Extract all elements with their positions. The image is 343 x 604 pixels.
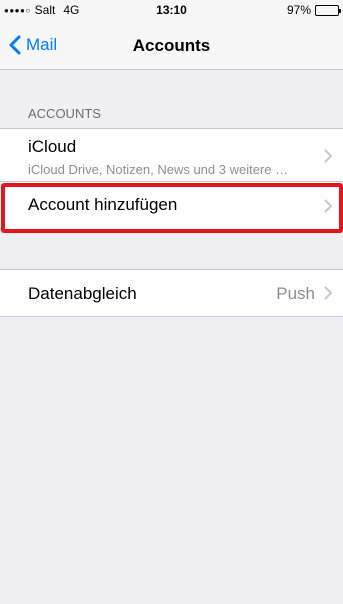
fetch-new-data-row[interactable]: Datenabgleich Push	[0, 270, 343, 316]
chevron-right-icon	[324, 286, 332, 300]
status-bar: ●●●●○ Salt 4G 13:10 97%	[0, 0, 343, 20]
battery-icon	[315, 4, 341, 16]
page-title: Accounts	[132, 36, 211, 55]
navigation-bar: Mail Accounts	[0, 20, 343, 70]
chevron-right-icon	[324, 149, 332, 163]
fetch-new-data-value: Push	[276, 284, 315, 303]
accounts-group: iCloud iCloud Drive, Notizen, News und 3…	[0, 128, 343, 230]
account-row-icloud[interactable]: iCloud iCloud Drive, Notizen, News und 3…	[0, 129, 343, 181]
add-account-row[interactable]: Account hinzufügen	[0, 181, 343, 229]
account-subtitle: iCloud Drive, Notizen, News und 3 weiter…	[28, 162, 289, 177]
fetch-new-data-label: Datenabgleich	[28, 284, 137, 303]
status-right: 97%	[286, 3, 341, 17]
account-title: iCloud	[28, 137, 77, 156]
chevron-right-icon	[324, 199, 332, 213]
section-header-accounts: ACCOUNTS	[28, 106, 101, 121]
sync-group: Datenabgleich Push	[0, 269, 343, 317]
battery-percent: 97%	[286, 3, 311, 17]
add-account-label: Account hinzufügen	[28, 195, 178, 214]
